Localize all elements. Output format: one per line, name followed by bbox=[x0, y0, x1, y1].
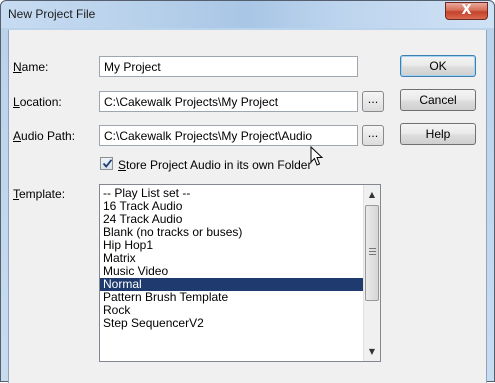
audio-path-label: Audio Path: bbox=[13, 129, 76, 143]
location-browse-button[interactable]: ... bbox=[362, 91, 384, 112]
template-list-items: -- Play List set -- 16 Track Audio 24 Trac… bbox=[100, 185, 380, 330]
close-icon: X bbox=[461, 3, 472, 18]
dialog-client-area: Name: My Project Location: C:\Cakewalk P… bbox=[8, 30, 487, 383]
template-list-item[interactable]: Music Video bbox=[100, 265, 380, 278]
cancel-button[interactable]: Cancel bbox=[400, 89, 476, 111]
location-label: Location: bbox=[13, 95, 62, 109]
audio-path-field[interactable]: C:\Cakewalk Projects\My Project\Audio bbox=[99, 125, 358, 146]
store-audio-label[interactable]: Store Project Audio in its own Folder bbox=[118, 158, 311, 172]
name-label: Name: bbox=[13, 60, 49, 74]
name-field[interactable]: My Project bbox=[99, 56, 358, 77]
dialog-title: New Project File bbox=[8, 7, 96, 21]
scrollbar-thumb[interactable] bbox=[365, 205, 379, 301]
ok-button[interactable]: OK bbox=[400, 55, 476, 77]
template-label: Template: bbox=[13, 187, 66, 201]
template-scrollbar[interactable]: ▲ ▼ bbox=[363, 185, 380, 361]
template-listbox[interactable]: -- Play List set -- 16 Track Audio 24 Trac… bbox=[99, 184, 381, 362]
template-list-item[interactable]: Hip Hop1 bbox=[100, 239, 380, 252]
template-list-item[interactable]: Step SequencerV2 bbox=[100, 317, 380, 330]
checkmark-icon bbox=[102, 159, 113, 168]
title-bar[interactable]: New Project File X bbox=[1, 1, 494, 28]
scroll-down-arrow-icon[interactable]: ▼ bbox=[364, 343, 380, 360]
mouse-pointer-icon bbox=[310, 146, 324, 166]
new-project-file-dialog: New Project File X Name: My Project Loca… bbox=[0, 0, 495, 383]
location-field[interactable]: C:\Cakewalk Projects\My Project bbox=[99, 91, 358, 112]
audio-path-browse-button[interactable]: ... bbox=[362, 125, 384, 146]
close-button[interactable]: X bbox=[445, 2, 488, 20]
scroll-up-arrow-icon[interactable]: ▲ bbox=[364, 186, 380, 203]
store-audio-checkbox[interactable] bbox=[100, 157, 113, 170]
help-button[interactable]: Help bbox=[400, 123, 476, 145]
template-list-item[interactable]: Pattern Brush Template bbox=[100, 291, 380, 304]
